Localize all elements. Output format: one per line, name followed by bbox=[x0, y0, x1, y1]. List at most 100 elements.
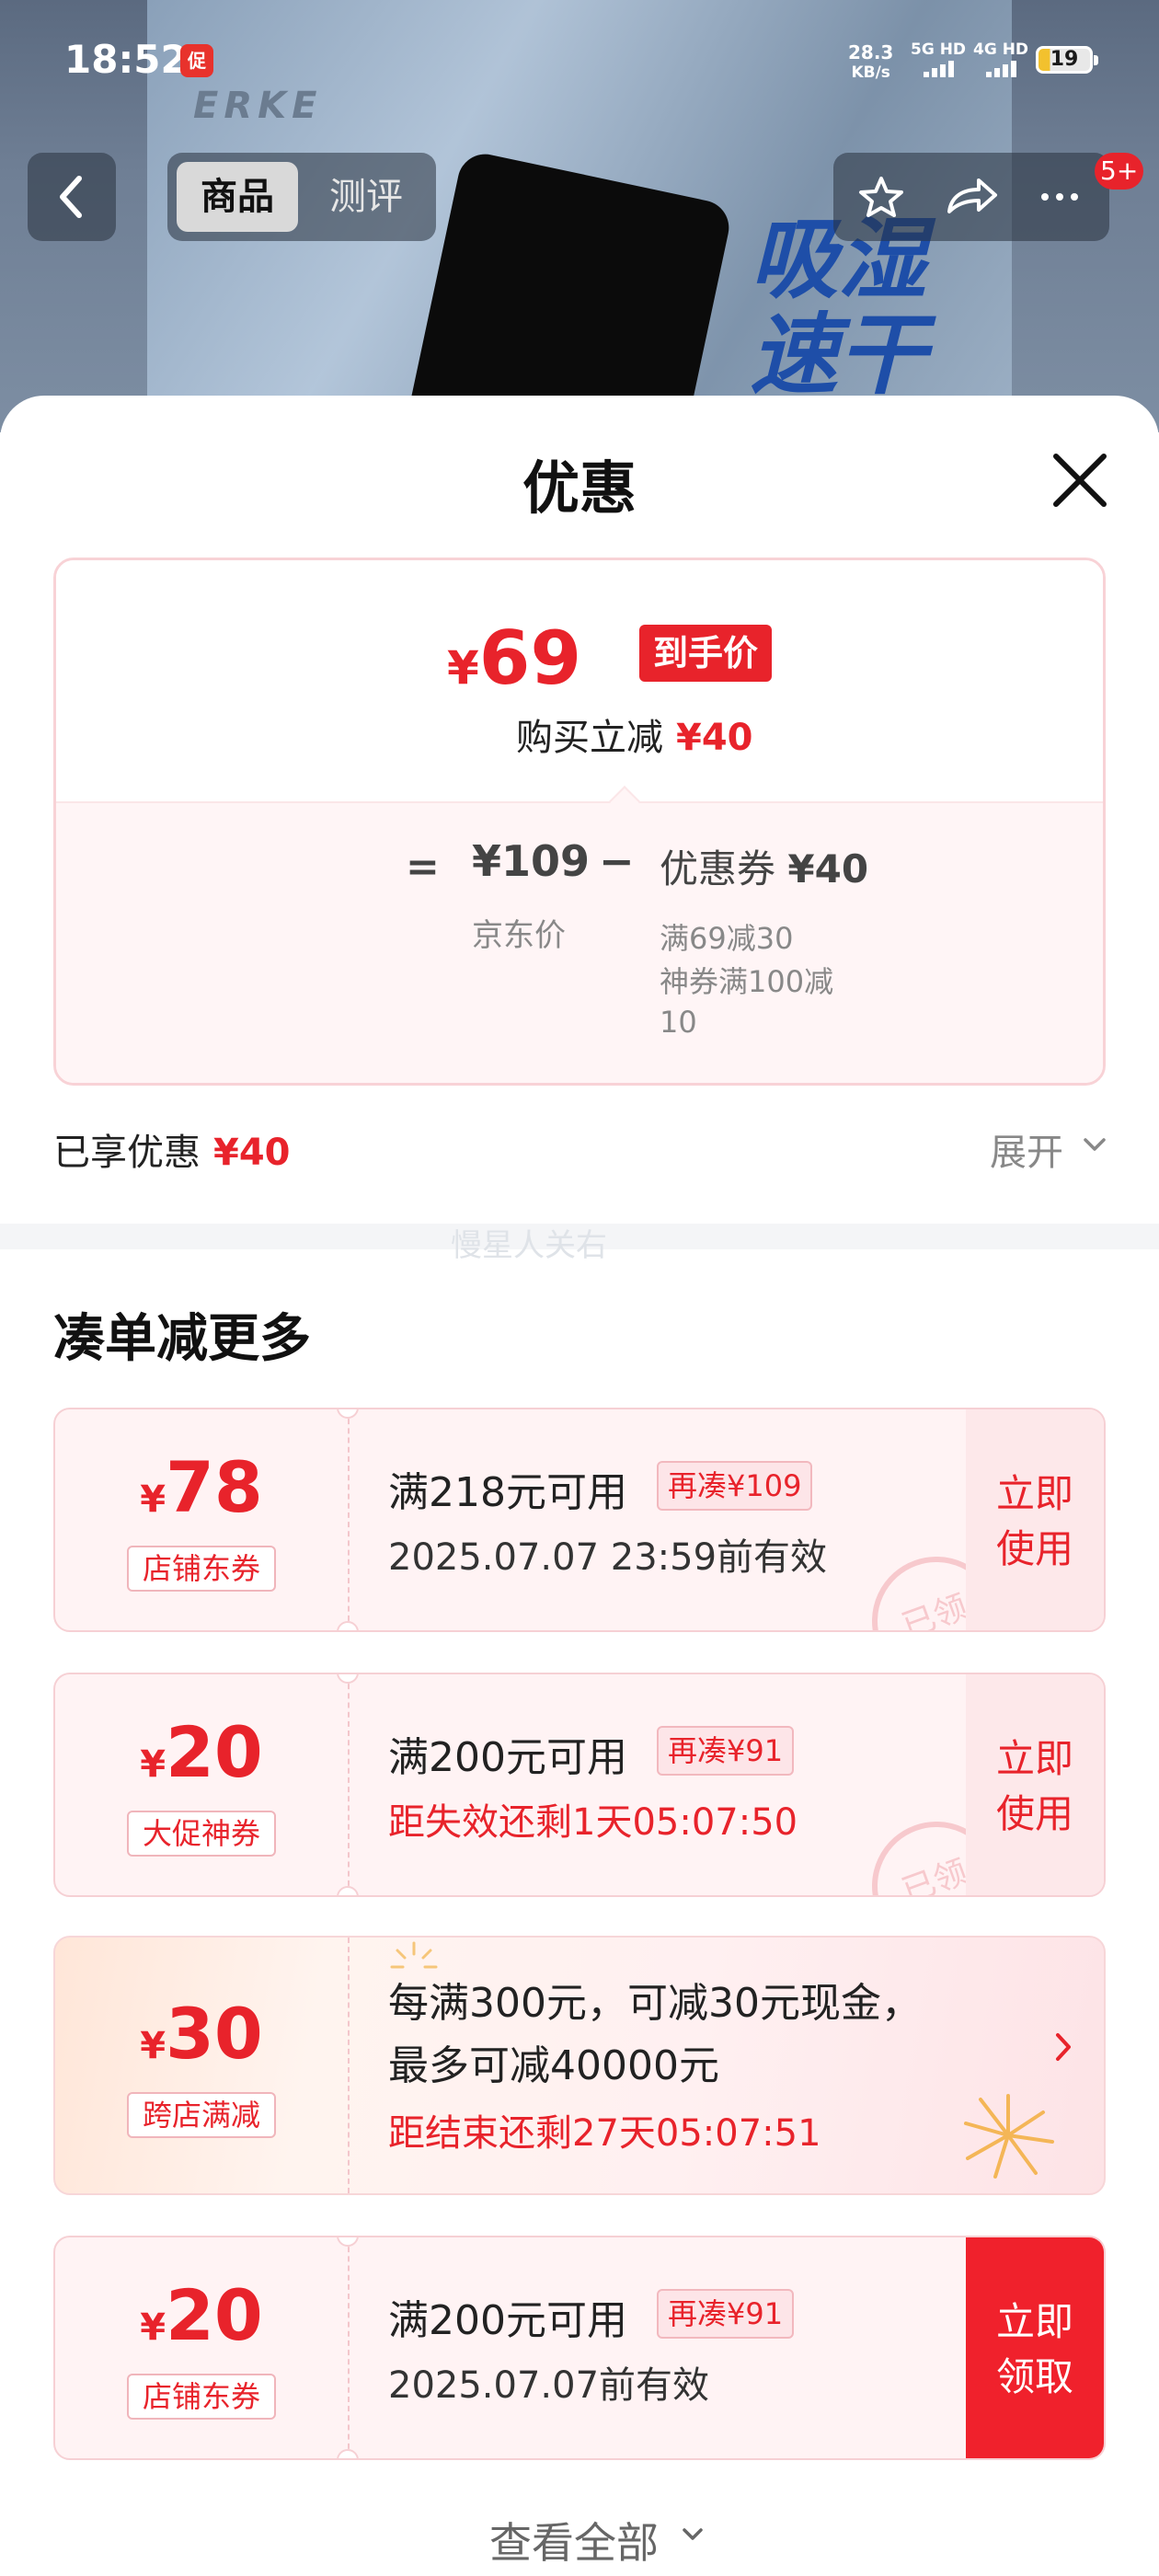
coupon-condition: 满200元可用 bbox=[388, 1734, 627, 1781]
coupon-countdown: 距失效还剩1天05:07:50 bbox=[388, 1801, 798, 1844]
chevron-right-icon[interactable] bbox=[1045, 2024, 1082, 2070]
tab-review[interactable]: 测评 bbox=[305, 162, 427, 232]
use-coupon-button[interactable]: 立即 使用 bbox=[966, 1674, 1104, 1895]
signal-5g: 5G HD bbox=[911, 40, 966, 77]
final-price-value: 69 bbox=[478, 615, 582, 701]
equals-sign: = bbox=[406, 844, 440, 891]
close-icon[interactable] bbox=[1049, 449, 1111, 512]
signal-bars-icon bbox=[973, 59, 1028, 77]
chevron-left-icon bbox=[60, 176, 82, 218]
coupon-amount: ¥20 bbox=[55, 2274, 348, 2356]
enjoyed-label: 已享优惠 bbox=[53, 1132, 201, 1174]
back-button[interactable] bbox=[28, 153, 116, 241]
battery-icon: 19 bbox=[1036, 46, 1098, 74]
coupon-card[interactable]: ¥78 店铺东券 满218元可用 再凑¥109 2025.07.07 23:59… bbox=[53, 1408, 1106, 1632]
coupon-total-amount: ¥40 bbox=[787, 846, 869, 891]
coupon-gap-chip: 再凑¥91 bbox=[657, 2289, 795, 2339]
coupon-notch bbox=[337, 1886, 359, 1895]
coupon-value: 20 bbox=[166, 2274, 263, 2356]
coupon-detail-2: 神券满100减10 bbox=[660, 964, 834, 1040]
final-price-currency: ¥ bbox=[447, 641, 479, 695]
expand-button[interactable]: 展开 bbox=[990, 1122, 1063, 1176]
jd-price-label: 京东价 bbox=[472, 917, 566, 954]
more-icon[interactable] bbox=[1025, 175, 1095, 219]
tab-product[interactable]: 商品 bbox=[177, 162, 298, 232]
coupon-validity: 2025.07.07 23:59前有效 bbox=[388, 1536, 828, 1579]
star-icon[interactable] bbox=[846, 175, 916, 219]
promotion-rule-line-1: 每满300元，可减30元现金， bbox=[388, 1980, 922, 2027]
coupon-notch bbox=[337, 2449, 359, 2458]
use-button-line-2: 使用 bbox=[995, 1526, 1073, 1571]
coupon-currency: ¥ bbox=[140, 1478, 166, 1521]
coupon-separator bbox=[348, 1409, 350, 1630]
watermark-text: 慢星人关右 bbox=[451, 1227, 607, 1264]
signal-4g-label: 4G HD bbox=[973, 40, 1029, 59]
signal-4g: 4G HD bbox=[973, 40, 1028, 77]
chevron-down-icon[interactable] bbox=[677, 2519, 708, 2550]
slogan-line-2: 速干 bbox=[750, 304, 926, 407]
claim-button-line-1: 立即 bbox=[995, 2299, 1073, 2344]
use-button-line-1: 立即 bbox=[995, 1471, 1073, 1516]
promotion-rule: 每满300元，可减30元现金， 最多可减40000元 bbox=[388, 1972, 922, 2098]
notification-badge: 5+ bbox=[1095, 153, 1144, 190]
see-all-button[interactable]: 查看全部 bbox=[489, 2510, 659, 2570]
coupon-currency: ¥ bbox=[140, 2025, 166, 2067]
coupon-type-tag: 店铺东券 bbox=[127, 2374, 276, 2420]
coupon-type-tag: 店铺东券 bbox=[127, 1546, 276, 1592]
use-button-line-1: 立即 bbox=[995, 1736, 1073, 1781]
coupon-type-tag: 跨店满减 bbox=[127, 2092, 276, 2138]
enjoyed-discount: 已享优惠 ¥40 bbox=[53, 1122, 291, 1176]
coupon-value: 78 bbox=[166, 1446, 263, 1528]
coupon-amount: ¥20 bbox=[55, 1711, 348, 1793]
coupon-separator bbox=[348, 1674, 350, 1895]
claim-coupon-button[interactable]: 立即 领取 bbox=[966, 2237, 1104, 2458]
top-actions bbox=[833, 153, 1109, 241]
coupon-currency: ¥ bbox=[140, 1743, 166, 1786]
section-title: 凑单减更多 bbox=[53, 1309, 311, 1369]
coupon-value: 30 bbox=[166, 1993, 263, 2075]
product-tabs: 商品 测评 bbox=[167, 153, 436, 241]
price-breakdown-card: ¥69 到手价 购买立减 ¥40 = ¥109 京东价 − 优惠券 ¥40 满69… bbox=[53, 558, 1106, 1086]
network-speed-unit: KB/s bbox=[851, 63, 890, 82]
coupon-card[interactable]: ¥20 大促神券 满200元可用 再凑¥91 距失效还剩1天05:07:50 已… bbox=[53, 1673, 1106, 1897]
enjoyed-amount: ¥40 bbox=[213, 1132, 291, 1174]
instant-reduce-label: 购买立减 bbox=[516, 717, 663, 759]
firework-icon bbox=[964, 2094, 1054, 2179]
clock: 18:52 bbox=[64, 37, 188, 82]
coupon-card[interactable]: ¥20 店铺东券 满200元可用 再凑¥91 2025.07.07前有效 立即 … bbox=[53, 2236, 1106, 2460]
share-icon[interactable] bbox=[936, 175, 1006, 219]
coupon-currency: ¥ bbox=[140, 2306, 166, 2349]
coupon-value: 20 bbox=[166, 1711, 263, 1793]
instant-reduce-amount: ¥40 bbox=[676, 717, 753, 759]
coupon-validity: 2025.07.07前有效 bbox=[388, 2364, 710, 2407]
use-coupon-button[interactable]: 立即 使用 bbox=[966, 1409, 1104, 1630]
jd-price: ¥109 bbox=[472, 836, 591, 886]
coupon-total: 优惠券 ¥40 bbox=[660, 838, 868, 894]
promotion-rule-line-2: 最多可减40000元 bbox=[388, 2042, 719, 2089]
promotion-countdown: 距结束还剩27天05:07:51 bbox=[388, 2112, 821, 2155]
network-speed-value: 28.3 bbox=[848, 41, 894, 63]
instant-reduce: 购买立减 ¥40 bbox=[516, 707, 753, 761]
final-price-tag: 到手价 bbox=[639, 625, 772, 682]
claim-button-line-2: 领取 bbox=[995, 2354, 1073, 2399]
promotion-card[interactable]: ¥30 跨店满减 每满300元，可减30元现金， 最多可减40000元 距结束还… bbox=[53, 1936, 1106, 2195]
sheet-title: 优惠 bbox=[522, 454, 637, 522]
coupon-separator bbox=[348, 2237, 350, 2458]
network-speed: 28.3 KB/s bbox=[848, 42, 893, 83]
status-bar: 18:52 促 28.3 KB/s 5G HD 4G HD 19 bbox=[0, 0, 1159, 120]
coupon-condition: 满218元可用 bbox=[388, 1469, 627, 1516]
coupon-total-label: 优惠券 bbox=[660, 846, 776, 891]
coupon-detail-1: 满69减30 bbox=[660, 921, 794, 956]
coupon-gap-chip: 再凑¥91 bbox=[657, 1726, 795, 1776]
coupon-amount: ¥30 bbox=[55, 1993, 348, 2075]
signal-5g-label: 5G HD bbox=[911, 40, 967, 59]
coupon-amount: ¥78 bbox=[55, 1446, 348, 1528]
app-notification-icon: 促 bbox=[180, 44, 213, 77]
use-button-line-2: 使用 bbox=[995, 1791, 1073, 1836]
coupon-notch bbox=[337, 1621, 359, 1630]
coupon-condition: 满200元可用 bbox=[388, 2297, 627, 2344]
minus-sign: − bbox=[599, 836, 635, 886]
signal-bars-icon bbox=[911, 59, 966, 77]
chevron-down-icon[interactable] bbox=[1078, 1128, 1111, 1161]
coupon-type-tag: 大促神券 bbox=[127, 1811, 276, 1857]
